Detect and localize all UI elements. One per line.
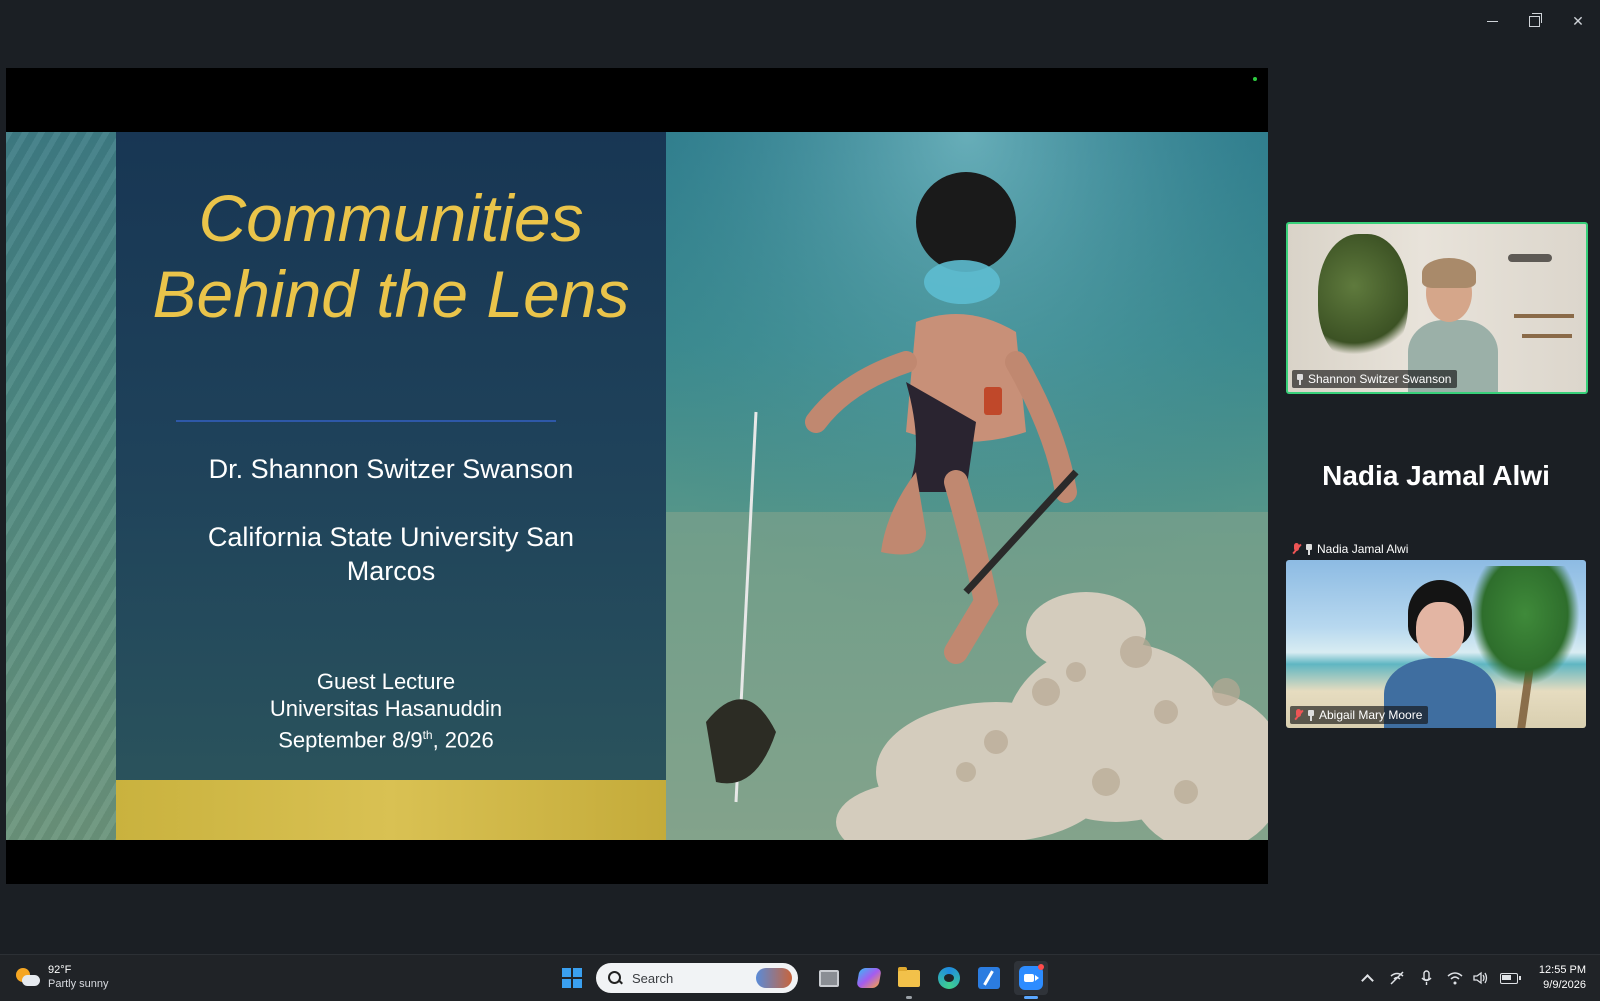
search-highlight-icon: [756, 968, 792, 988]
slide-accent-bar: [116, 780, 666, 840]
battery-icon[interactable]: [1500, 969, 1521, 987]
slide-date-main: September 8/9: [278, 727, 423, 753]
slide-divider: [176, 420, 556, 422]
edge-browser-button[interactable]: [932, 961, 966, 995]
minimize-icon: [1486, 20, 1498, 22]
show-hidden-icons-button[interactable]: [1358, 969, 1376, 987]
running-indicator: [906, 996, 912, 999]
background-plant: [1318, 234, 1408, 364]
slide-event-host: Universitas Hasanuddin: [269, 696, 503, 721]
background-shelf-2: [1522, 334, 1572, 338]
slide-date-sup: th: [422, 728, 433, 742]
restore-button[interactable]: [1514, 8, 1554, 34]
shared-screen: Communities Behind the Lens Dr. Shannon …: [6, 68, 1268, 884]
participant-name-label-nadia[interactable]: Nadia Jamal Alwi: [1288, 540, 1414, 558]
taskbar: 92°F Partly sunny Search 12:55 PM 9/9/20…: [0, 954, 1600, 1001]
microphone-glyph: [1421, 970, 1432, 985]
zoom-app-button[interactable]: [1014, 961, 1048, 995]
sharing-indicator-icon: [1253, 77, 1257, 81]
participant-video-tile[interactable]: Abigail Mary Moore: [1286, 560, 1586, 728]
slide-affiliation-line-2: Marcos: [346, 556, 436, 586]
start-button[interactable]: [555, 961, 589, 995]
participant-name: Nadia Jamal Alwi: [1317, 542, 1409, 556]
slide-event-info: Guest Lecture Universitas Hasanuddin Sep…: [116, 668, 656, 753]
edge-icon: [938, 967, 960, 989]
slide-date-year: , 2026: [432, 727, 494, 753]
copilot-icon: [856, 968, 882, 988]
folder-icon: [898, 966, 920, 987]
slide-title-line-2: Behind the Lens: [152, 257, 630, 331]
slide-photo-diver: [666, 132, 1268, 840]
system-clock[interactable]: 12:55 PM 9/9/2026: [1524, 963, 1586, 993]
task-view-button[interactable]: [812, 961, 846, 995]
network-off-icon[interactable]: [1388, 969, 1406, 987]
participant-video-tile-speaker[interactable]: Shannon Switzer Swanson: [1286, 222, 1588, 394]
wifi-glyph: [1447, 972, 1463, 985]
wifi-icon[interactable]: [1446, 969, 1464, 987]
clock-time: 12:55 PM: [1538, 964, 1586, 976]
participant-name: Abigail Mary Moore: [1319, 708, 1423, 722]
pin-icon: [1307, 709, 1315, 721]
pen-app-button[interactable]: [972, 961, 1006, 995]
slide-background-image: [6, 132, 116, 840]
task-view-icon: [819, 969, 839, 987]
pen-app-icon: [978, 967, 1000, 989]
windows-icon: [562, 968, 582, 988]
minimize-button[interactable]: [1472, 8, 1512, 34]
taskbar-search[interactable]: Search: [596, 963, 798, 993]
participant-name: Shannon Switzer Swanson: [1308, 372, 1452, 386]
background-shelf: [1514, 314, 1574, 318]
presentation-slide: Communities Behind the Lens Dr. Shannon …: [6, 132, 1268, 840]
featured-participant-name: Nadia Jamal Alwi: [1322, 460, 1550, 491]
mic-muted-icon: [1292, 543, 1301, 555]
volume-icon[interactable]: [1472, 969, 1490, 987]
background-ceiling-fan: [1508, 254, 1552, 262]
participant-name-label: Shannon Switzer Swanson: [1292, 370, 1458, 388]
weather-temperature: 92°F: [48, 964, 72, 976]
diver-illustration: [666, 132, 1268, 840]
close-icon: ✕: [1572, 12, 1584, 29]
slide-affiliation-line-1: California State University San: [207, 522, 575, 552]
slide-event-date: September 8/9th, 2026: [116, 722, 656, 753]
partly-sunny-icon: [14, 966, 40, 988]
battery-glyph: [1500, 972, 1521, 984]
close-button[interactable]: ✕: [1558, 8, 1598, 34]
slide-presenter-name: Dr. Shannon Switzer Swanson: [208, 454, 574, 484]
pin-icon: [1296, 373, 1304, 385]
volume-glyph: [1473, 971, 1488, 985]
slide-title: Communities Behind the Lens: [116, 180, 666, 332]
active-app-indicator: [1024, 996, 1038, 999]
copilot-button[interactable]: [852, 961, 886, 995]
weather-condition: Partly sunny: [48, 978, 109, 990]
microphone-in-use-icon[interactable]: [1418, 969, 1436, 987]
notification-badge: [1038, 964, 1044, 970]
slide-affiliation: California State University San Marcos: [166, 520, 616, 588]
mic-muted-icon: [1294, 709, 1303, 721]
slide-event-type: Guest Lecture: [316, 669, 456, 694]
clock-date: 9/9/2026: [1543, 979, 1586, 991]
network-off-glyph: [1390, 971, 1404, 985]
restore-icon: [1528, 12, 1542, 27]
search-icon: [608, 971, 622, 985]
weather-text: 92°F Partly sunny: [48, 963, 109, 991]
search-placeholder: Search: [632, 970, 674, 986]
participant-name-label: Abigail Mary Moore: [1290, 706, 1429, 724]
slide-title-line-1: Communities: [198, 181, 584, 255]
person-hair: [1422, 258, 1476, 288]
file-explorer-button[interactable]: [892, 961, 926, 995]
weather-widget[interactable]: 92°F Partly sunny: [14, 963, 109, 991]
person-face: [1416, 602, 1464, 658]
pin-icon: [1305, 543, 1313, 555]
